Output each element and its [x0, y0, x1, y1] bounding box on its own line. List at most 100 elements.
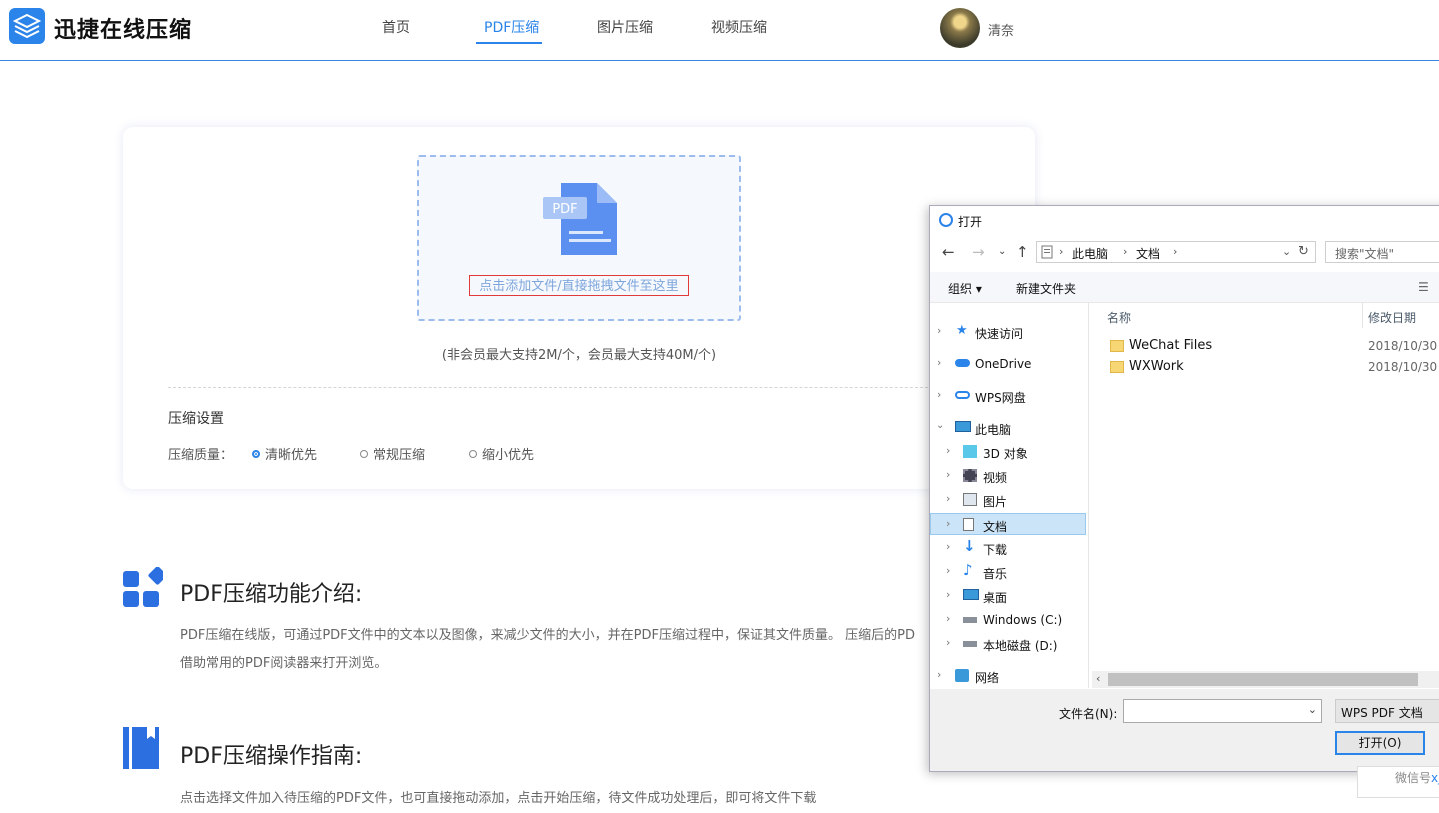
- expand-chevron-icon[interactable]: ›: [946, 492, 950, 505]
- radio-label: 清晰优先: [265, 448, 318, 463]
- expand-chevron-icon[interactable]: ›: [937, 388, 941, 401]
- tree-item-label: 网络: [975, 671, 1000, 685]
- tree-item-label: 此电脑: [975, 423, 1012, 437]
- user-avatar[interactable]: [940, 8, 980, 48]
- expand-chevron-icon[interactable]: ›: [946, 564, 950, 577]
- new-folder-button[interactable]: 新建文件夹: [1016, 280, 1076, 297]
- tree-item-pictures[interactable]: › 图片: [930, 489, 1086, 511]
- expand-chevron-icon[interactable]: ›: [946, 540, 950, 553]
- radio-dot-icon: [252, 449, 260, 458]
- logo-icon[interactable]: [9, 8, 45, 44]
- collapse-chevron-icon[interactable]: ⌄: [936, 420, 944, 431]
- address-dropdown-icon[interactable]: ⌄: [1282, 245, 1291, 258]
- nav-home[interactable]: 首页: [382, 17, 410, 37]
- breadcrumb-chevron-icon: ›: [1173, 245, 1178, 258]
- tree-item-drive-d[interactable]: › 本地磁盘 (D:): [930, 633, 1086, 655]
- folder-icon: [1110, 340, 1124, 352]
- breadcrumb-documents[interactable]: 文档: [1136, 245, 1160, 262]
- breadcrumb-this-pc[interactable]: 此电脑: [1072, 245, 1108, 262]
- tree-item-music[interactable]: › ♪ 音乐: [930, 561, 1086, 583]
- desktop-icon: [963, 589, 979, 600]
- weixin-overlay: 微信号xj: [1357, 766, 1439, 798]
- open-button[interactable]: 打开(O): [1335, 731, 1425, 755]
- recent-dropdown-icon[interactable]: ⌄: [998, 246, 1006, 257]
- section-text-guide: 点击选择文件加入待压缩的PDF文件，也可直接拖动添加，点击开始压缩，待文件成功处…: [180, 791, 817, 806]
- 3d-objects-icon: [963, 445, 977, 458]
- tree-item-drive-c[interactable]: › Windows (C:): [930, 609, 1086, 631]
- tree-item-this-pc[interactable]: ⌄ 此电脑: [930, 417, 1086, 439]
- network-icon: [955, 669, 969, 682]
- tree-item-label: 桌面: [983, 591, 1008, 605]
- nav-image-compress[interactable]: 图片压缩: [597, 17, 653, 37]
- expand-chevron-icon[interactable]: ›: [937, 324, 941, 337]
- expand-chevron-icon[interactable]: ›: [946, 444, 950, 457]
- computer-icon: [955, 421, 971, 432]
- file-date: 2018/10/30: [1368, 360, 1438, 374]
- refresh-icon[interactable]: ↻: [1298, 244, 1309, 259]
- tree-item-label: 本地磁盘 (D:): [983, 639, 1058, 653]
- dialog-app-icon: [939, 213, 953, 227]
- expand-chevron-icon[interactable]: ›: [946, 636, 950, 649]
- section-text-intro-line1: PDF压缩在线版，可通过PDF文件中的文本以及图像，来减少文件的大小，并在PDF…: [180, 628, 915, 643]
- column-separator[interactable]: [1362, 302, 1363, 328]
- column-header-modified[interactable]: 修改日期: [1368, 309, 1416, 326]
- filename-input[interactable]: ⌄: [1123, 699, 1322, 723]
- nav-video-compress[interactable]: 视频压缩: [711, 17, 767, 37]
- expand-chevron-icon[interactable]: ›: [946, 468, 950, 481]
- tree-item-wps-cloud[interactable]: › WPS网盘: [930, 385, 1086, 407]
- tree-item-label: 视频: [983, 471, 1008, 485]
- expand-chevron-icon[interactable]: ›: [946, 517, 950, 530]
- pictures-icon: [963, 493, 977, 506]
- organize-button[interactable]: 组织 ▾: [948, 280, 982, 297]
- nav-active-underline: [476, 42, 542, 44]
- expand-chevron-icon[interactable]: ›: [937, 356, 941, 369]
- tree-item-onedrive[interactable]: › OneDrive: [930, 353, 1086, 375]
- search-input[interactable]: 搜索"文档": [1325, 241, 1439, 263]
- radio-dot-icon: [469, 449, 477, 458]
- breadcrumb-chevron-icon: ›: [1059, 245, 1064, 258]
- logo-text[interactable]: 迅捷在线压缩: [54, 12, 192, 44]
- file-drop-zone[interactable]: PDF 点击添加文件/直接拖拽文件至这里: [417, 155, 741, 321]
- tree-item-videos[interactable]: › 视频: [930, 465, 1086, 487]
- view-options-icon[interactable]: ☰: [1418, 280, 1429, 294]
- tree-item-3d-objects[interactable]: › 3D 对象: [930, 441, 1086, 463]
- expand-chevron-icon[interactable]: ›: [946, 588, 950, 601]
- tree-item-label: 音乐: [983, 567, 1008, 581]
- file-name: WeChat Files: [1129, 338, 1213, 353]
- tree-item-quick-access[interactable]: › ★ 快速访问: [930, 321, 1086, 343]
- documents-icon: [963, 518, 974, 531]
- chevron-down-icon[interactable]: ⌄: [1308, 703, 1317, 716]
- star-icon: ★: [956, 323, 968, 338]
- tree-item-documents[interactable]: › 文档: [930, 513, 1086, 535]
- username[interactable]: 清奈: [988, 20, 1014, 39]
- address-bar[interactable]: › 此电脑 › 文档 › ⌄ ↻: [1036, 241, 1316, 263]
- tree-item-desktop[interactable]: › 桌面: [930, 585, 1086, 607]
- file-date: 2018/10/30: [1368, 339, 1438, 353]
- nav-pdf-compress[interactable]: PDF压缩: [484, 17, 539, 37]
- cloud-icon: [955, 359, 970, 367]
- radio-dot-icon: [360, 449, 368, 458]
- dialog-footer: 文件名(N): ⌄ WPS PDF 文档 打开(O): [930, 689, 1439, 771]
- scroll-left-icon[interactable]: ‹: [1096, 672, 1100, 685]
- weixin-value: xj: [1431, 771, 1439, 785]
- section-text-intro-line2: 借助常用的PDF阅读器来打开浏览。: [180, 656, 388, 671]
- tree-item-network[interactable]: › 网络: [930, 665, 1086, 687]
- horizontal-scrollbar[interactable]: ‹: [1092, 671, 1439, 688]
- file-type-select[interactable]: WPS PDF 文档: [1335, 699, 1439, 723]
- expand-chevron-icon[interactable]: ›: [946, 612, 950, 625]
- tree-item-downloads[interactable]: › ↓ 下载: [930, 537, 1086, 559]
- radio-label: 缩小优先: [482, 448, 535, 463]
- radio-normal[interactable]: 常规压缩: [360, 444, 425, 463]
- expand-chevron-icon[interactable]: ›: [937, 668, 941, 681]
- tree-item-label: 文档: [983, 520, 1008, 534]
- drop-hint-text[interactable]: 点击添加文件/直接拖拽文件至这里: [469, 275, 689, 296]
- radio-clarity-first[interactable]: 清晰优先: [252, 444, 317, 463]
- back-arrow-icon[interactable]: ←: [942, 243, 955, 261]
- radio-smaller-first[interactable]: 缩小优先: [469, 444, 534, 463]
- forward-arrow-icon[interactable]: →: [972, 243, 985, 261]
- column-header-name[interactable]: 名称: [1107, 309, 1131, 326]
- up-arrow-icon[interactable]: ↑: [1016, 243, 1029, 261]
- pdf-badge-text: PDF: [552, 202, 577, 217]
- drive-c-icon: [963, 617, 977, 623]
- scrollbar-thumb[interactable]: [1108, 673, 1418, 686]
